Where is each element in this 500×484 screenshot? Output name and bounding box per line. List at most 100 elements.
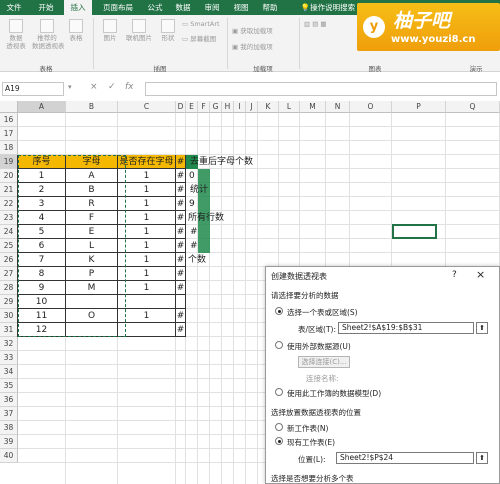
table-cell[interactable]: 1 (118, 267, 176, 281)
column-header[interactable]: F (198, 101, 210, 113)
table-cell[interactable]: 1 (118, 169, 176, 183)
table-cell[interactable]: 1 (118, 239, 176, 253)
table-header-cell[interactable]: 是否存在字母 (118, 155, 176, 169)
online-picture-button[interactable]: 联机图片 (124, 19, 154, 42)
range-input[interactable]: Sheet2!$A$19:$B$31 (338, 322, 474, 334)
row-header[interactable]: 16 (0, 113, 18, 127)
picture-button[interactable]: 图片 (100, 19, 120, 42)
table-cell[interactable]: # (176, 211, 186, 225)
column-header[interactable]: M (300, 101, 326, 113)
table-cell[interactable]: # (176, 309, 186, 323)
row-header[interactable]: 34 (0, 365, 18, 379)
column-header[interactable]: J (246, 101, 258, 113)
row-header[interactable]: 33 (0, 351, 18, 365)
row-header[interactable]: 37 (0, 407, 18, 421)
table-cell[interactable]: 1 (118, 211, 176, 225)
table-header-cell[interactable]: # (176, 155, 186, 169)
row-header[interactable]: 24 (0, 225, 18, 239)
tab-file[interactable]: 文件 (0, 0, 28, 15)
column-header[interactable]: G (210, 101, 222, 113)
column-header[interactable]: Q (446, 101, 500, 113)
namebox-dropdown-icon[interactable]: ▾ (68, 83, 72, 91)
row-header[interactable]: 28 (0, 281, 18, 295)
pivot-table-button[interactable]: 数据 透视表 (4, 19, 28, 50)
column-header[interactable]: D (176, 101, 186, 113)
active-cell-P24[interactable] (392, 224, 437, 239)
row-header[interactable]: 40 (0, 449, 18, 463)
row-header[interactable]: 26 (0, 253, 18, 267)
row-header[interactable]: 35 (0, 379, 18, 393)
table-cell[interactable] (118, 295, 176, 309)
tab-formulas[interactable]: 公式 (142, 0, 168, 15)
table-cell[interactable]: 1 (118, 197, 176, 211)
choose-connection-button[interactable]: 选择连接(C)... (298, 356, 350, 368)
table-cell[interactable]: # (176, 183, 186, 197)
shapes-button[interactable]: 形状 (158, 19, 178, 42)
column-header[interactable]: C (118, 101, 176, 113)
radio-new-sheet[interactable] (275, 423, 283, 431)
table-cell[interactable]: # (176, 225, 186, 239)
table-cell[interactable]: # (176, 281, 186, 295)
row-header[interactable]: 18 (0, 141, 18, 155)
table-cell[interactable]: # (176, 239, 186, 253)
column-header[interactable]: B (66, 101, 118, 113)
tab-review[interactable]: 审阅 (199, 0, 225, 15)
column-header[interactable]: I (234, 101, 246, 113)
recommended-pivot-button[interactable]: 推荐的 数据透视表 (32, 19, 65, 50)
table-cell[interactable] (176, 295, 186, 309)
column-header[interactable]: H (222, 101, 234, 113)
table-button[interactable]: 表格 (66, 19, 86, 42)
tab-help[interactable]: 帮助 (257, 0, 283, 15)
table-cell[interactable]: # (176, 197, 186, 211)
tell-me-search[interactable]: 💡操作说明搜索 (298, 0, 358, 15)
chart-buttons[interactable]: ▥ ▤ ▦ (304, 20, 344, 28)
row-header[interactable]: 25 (0, 239, 18, 253)
my-addins-button[interactable]: ▣ 我的加载项 (232, 43, 294, 51)
column-header[interactable]: A (18, 101, 66, 113)
table-cell[interactable]: 1 (118, 309, 176, 323)
table-cell[interactable]: 1 (118, 281, 176, 295)
tab-page-layout[interactable]: 页面布局 (96, 0, 140, 15)
radio-select-range[interactable] (275, 307, 283, 315)
enter-icon[interactable]: ✓ (108, 82, 116, 92)
row-header[interactable]: 39 (0, 435, 18, 449)
table-cell[interactable]: 1 (118, 183, 176, 197)
collapse-range-icon[interactable]: ⬆ (476, 322, 488, 334)
get-addins-button[interactable]: ▣ 获取加载项 (232, 27, 294, 35)
tab-data[interactable]: 数据 (170, 0, 196, 15)
column-header[interactable]: K (258, 101, 279, 113)
radio-external-source[interactable] (275, 341, 283, 349)
row-header[interactable]: 31 (0, 323, 18, 337)
select-all-corner[interactable] (0, 101, 18, 113)
row-header[interactable]: 20 (0, 169, 18, 183)
screenshot-button[interactable]: ▭ 屏幕截图 (182, 35, 224, 43)
tab-insert[interactable]: 插入 (64, 0, 92, 15)
table-cell[interactable]: # (176, 323, 186, 337)
table-cell[interactable] (118, 323, 176, 337)
help-button[interactable]: ? (452, 270, 457, 280)
close-button[interactable]: × (476, 268, 485, 281)
tab-view[interactable]: 视图 (228, 0, 254, 15)
row-header[interactable]: 23 (0, 211, 18, 225)
location-input[interactable]: Sheet2!$P$24 (336, 452, 474, 464)
collapse-location-icon[interactable]: ⬆ (476, 452, 488, 464)
row-header[interactable]: 19 (0, 155, 18, 169)
column-header[interactable]: E (186, 101, 198, 113)
cancel-icon[interactable]: × (90, 82, 98, 92)
insert-function-icon[interactable]: fx (125, 82, 134, 92)
table-cell[interactable]: # (176, 267, 186, 281)
name-box[interactable]: A19 (2, 82, 64, 96)
radio-existing-sheet[interactable] (275, 437, 283, 445)
column-header[interactable]: N (326, 101, 350, 113)
row-header[interactable]: 30 (0, 309, 18, 323)
column-header[interactable]: L (279, 101, 300, 113)
row-header[interactable]: 38 (0, 421, 18, 435)
row-header[interactable]: 22 (0, 197, 18, 211)
row-header[interactable]: 17 (0, 127, 18, 141)
table-cell[interactable]: # (176, 253, 186, 267)
radio-data-model[interactable] (275, 388, 283, 396)
row-header[interactable]: 32 (0, 337, 18, 351)
smartart-button[interactable]: ▭ SmartArt (182, 20, 224, 28)
row-header[interactable]: 21 (0, 183, 18, 197)
column-header[interactable]: O (350, 101, 392, 113)
